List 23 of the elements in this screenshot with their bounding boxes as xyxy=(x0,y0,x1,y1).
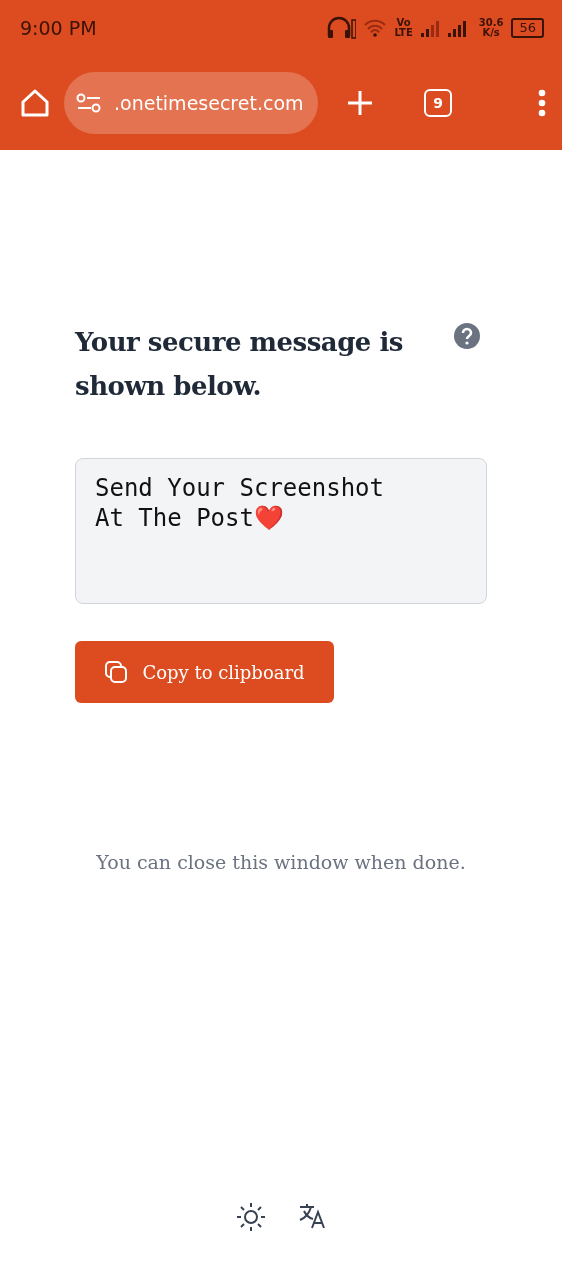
help-icon[interactable] xyxy=(453,322,481,350)
close-note: You can close this window when done. xyxy=(95,851,467,873)
speed-value: 30.6 xyxy=(478,18,504,28)
home-icon[interactable] xyxy=(20,88,50,118)
address-bar[interactable]: .onetimesecret.com xyxy=(64,72,318,134)
network-type: Vo xyxy=(396,18,411,28)
speed-unit: K/s xyxy=(482,28,500,38)
url-text: .onetimesecret.com xyxy=(114,92,304,114)
copy-button[interactable]: Copy to clipboard xyxy=(75,641,334,703)
status-time: 9:00 PM xyxy=(20,17,98,39)
network-type: LTE xyxy=(394,28,413,38)
wifi-icon xyxy=(364,19,387,37)
copy-icon xyxy=(104,660,129,684)
tab-count-button[interactable]: 9 xyxy=(424,89,452,117)
site-settings-icon[interactable] xyxy=(76,93,102,113)
page-heading: Your secure message is shown below. xyxy=(75,326,404,403)
sun-icon[interactable] xyxy=(236,1202,266,1232)
translate-icon[interactable] xyxy=(298,1202,326,1230)
headphones-icon xyxy=(326,16,357,40)
message-field[interactable]: Send Your Screenshot At The Post❤ xyxy=(75,458,487,604)
battery-level: 56 xyxy=(511,18,544,38)
menu-icon[interactable] xyxy=(538,89,546,117)
plus-icon[interactable] xyxy=(346,89,374,117)
